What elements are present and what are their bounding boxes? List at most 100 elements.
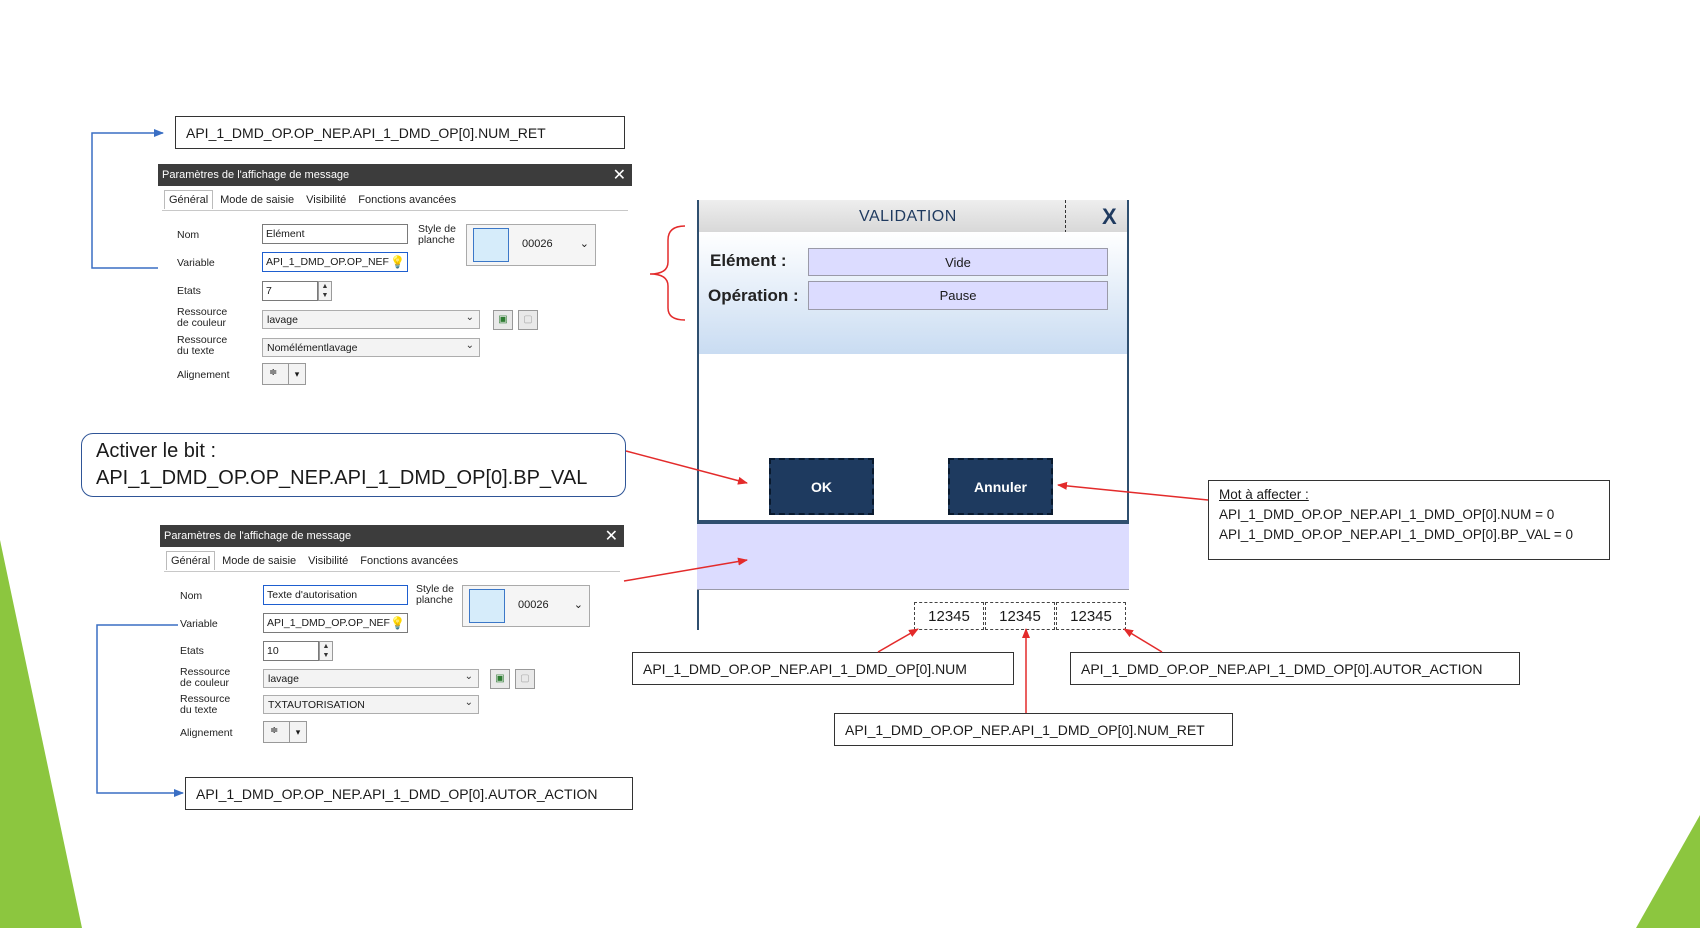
etats-spinner[interactable]: ▲ ▼ (319, 641, 333, 661)
dialog-tabs: Général Mode de saisie Visibilité Foncti… (164, 190, 463, 209)
callout-num-ret-top: API_1_DMD_OP.OP_NEP.API_1_DMD_OP[0].NUM_… (175, 116, 625, 149)
label-ressource-texte-2: du texte (180, 704, 218, 716)
label-style-planche: Style de planche (416, 584, 454, 606)
chevron-down-icon: ⌄ (579, 238, 589, 250)
message-display-dialog-top: Paramètres de l'affichage de message ✕ G… (158, 164, 632, 392)
note-line-1: API_1_DMD_OP.OP_NEP.API_1_DMD_OP[0].NUM … (1219, 507, 1555, 522)
style-planche-select[interactable]: 00026 ⌄ (462, 585, 590, 627)
couleur-select[interactable]: lavage ⌄ (263, 669, 479, 688)
close-icon[interactable]: ✕ (605, 526, 618, 546)
element-field: Vide (808, 248, 1108, 276)
texte-select[interactable]: Nomélémentlavage ⌄ (262, 338, 480, 357)
tab-mode-de-saisie[interactable]: Mode de saisie (217, 551, 301, 570)
style-swatch (473, 228, 509, 262)
operation-label: Opération : (708, 286, 799, 305)
label-ressource-texte: Ressource du texte (180, 694, 230, 716)
callout-num: API_1_DMD_OP.OP_NEP.API_1_DMD_OP[0].NUM (632, 652, 1014, 685)
align-center-icon: ≑ (270, 725, 279, 736)
tab-fonctions-avancees[interactable]: Fonctions avancées (355, 551, 463, 570)
color-resource-icon[interactable]: ▣ (490, 669, 510, 689)
activate-bit-bubble: Activer le bit : API_1_DMD_OP.OP_NEP.API… (81, 433, 626, 497)
close-icon[interactable]: X (1102, 204, 1117, 230)
dialog-tabs: Général Mode de saisie Visibilité Foncti… (166, 551, 465, 570)
label-ressource-couleur: Ressource de couleur (177, 307, 227, 329)
nom-input[interactable]: Texte d'autorisation (263, 585, 408, 605)
chevron-down-icon: ⌄ (464, 671, 473, 682)
message-display-dialog-bottom: Paramètres de l'affichage de message ✕ G… (160, 525, 624, 761)
style-value: 00026 (518, 599, 549, 611)
callout-autor-action: API_1_DMD_OP.OP_NEP.API_1_DMD_OP[0].AUTO… (1070, 652, 1520, 685)
label-ressource-couleur-2: de couleur (177, 317, 227, 329)
bubble-line-2: API_1_DMD_OP.OP_NEP.API_1_DMD_OP[0].BP_V… (96, 467, 588, 489)
num-ret-display: 12345 (985, 602, 1055, 630)
lightbulb-icon[interactable]: 💡 (390, 255, 405, 269)
chevron-down-icon: ▾ (289, 722, 306, 742)
hmi-screen: VALIDATION X Elément : Vide Opération : … (697, 200, 1129, 630)
etats-input[interactable]: 10 (263, 641, 319, 661)
authorization-message-area (697, 522, 1129, 590)
dialog-title-bar: Paramètres de l'affichage de message ✕ (158, 164, 632, 186)
variable-input-value: API_1_DMD_OP.OP_NEF (266, 256, 389, 268)
tab-general[interactable]: Général (166, 551, 216, 570)
texte-select[interactable]: TXTAUTORISATION ⌄ (263, 695, 479, 714)
note-line-2: API_1_DMD_OP.OP_NEP.API_1_DMD_OP[0].BP_V… (1219, 527, 1574, 542)
close-icon[interactable]: ✕ (613, 165, 626, 185)
align-center-icon: ≑ (269, 367, 278, 378)
label-variable: Variable (177, 257, 215, 269)
word-assign-note: Mot à affecter : API_1_DMD_OP.OP_NEP.API… (1208, 480, 1610, 560)
dialog-title: Paramètres de l'affichage de message (164, 530, 352, 542)
label-ressource-couleur-2: de couleur (180, 677, 230, 689)
tab-general[interactable]: Général (164, 190, 214, 209)
label-ressource-texte-2: du texte (177, 345, 215, 357)
label-etats: Etats (180, 645, 204, 657)
label-ressource-couleur: Ressource de couleur (180, 667, 230, 689)
style-planche-select[interactable]: 00026 ⌄ (466, 224, 596, 266)
chevron-down-icon: ⌄ (573, 599, 583, 611)
nom-input-value: Texte d'autorisation (267, 589, 358, 601)
variable-input-value: API_1_DMD_OP.OP_NEF (267, 617, 390, 629)
color-resource-icon[interactable]: ▣ (493, 310, 513, 330)
label-nom: Nom (180, 590, 203, 602)
couleur-select-value: lavage (268, 672, 299, 685)
tab-mode-de-saisie[interactable]: Mode de saisie (215, 190, 299, 209)
variable-input[interactable]: API_1_DMD_OP.OP_NEF (263, 613, 408, 633)
callout-autor-action-bottom: API_1_DMD_OP.OP_NEP.API_1_DMD_OP[0].AUTO… (185, 777, 633, 810)
etats-input[interactable]: 7 (262, 281, 318, 301)
cancel-button[interactable]: Annuler (948, 458, 1053, 515)
label-nom: Nom (177, 229, 200, 241)
variable-input[interactable]: API_1_DMD_OP.OP_NEF (262, 252, 408, 272)
dialog-title: Paramètres de l'affichage de message (162, 169, 350, 181)
element-label: Elément : (710, 251, 787, 270)
callout-num-ret: API_1_DMD_OP.OP_NEP.API_1_DMD_OP[0].NUM_… (834, 713, 1233, 746)
label-ressource-texte: Ressource du texte (177, 335, 227, 357)
chevron-down-icon: ⌄ (465, 312, 474, 323)
tab-fonctions-avancees[interactable]: Fonctions avancées (353, 190, 461, 209)
style-swatch (469, 589, 505, 623)
nom-input[interactable]: Elément (262, 224, 408, 244)
label-alignement: Alignement (180, 727, 233, 739)
alignement-select[interactable]: ≑ ▾ (262, 363, 306, 385)
alignement-select[interactable]: ≑ ▾ (263, 721, 307, 743)
tab-divider (162, 210, 628, 211)
tab-visibilite[interactable]: Visibilité (301, 190, 351, 209)
style-value: 00026 (522, 238, 553, 250)
label-style-2: planche (416, 594, 453, 606)
label-style-2: planche (418, 234, 455, 246)
label-variable: Variable (180, 618, 218, 630)
chevron-down-icon: ⌄ (464, 697, 473, 708)
ok-button[interactable]: OK (769, 458, 874, 515)
texte-select-value: TXTAUTORISATION (268, 698, 365, 711)
hmi-title: VALIDATION (859, 208, 957, 225)
operation-field: Pause (808, 281, 1108, 310)
lightbulb-icon[interactable]: 💡 (390, 616, 405, 630)
etats-spinner[interactable]: ▲ ▼ (318, 281, 332, 301)
green-triangle-left (0, 540, 82, 928)
color-resource-disabled-icon[interactable]: ▢ (515, 669, 535, 689)
note-title: Mot à affecter : (1219, 487, 1309, 502)
label-alignement: Alignement (177, 369, 230, 381)
color-resource-disabled-icon[interactable]: ▢ (518, 310, 538, 330)
num-display: 12345 (914, 602, 984, 630)
couleur-select[interactable]: lavage ⌄ (262, 310, 480, 329)
chevron-down-icon: ⌄ (465, 340, 474, 351)
tab-visibilite[interactable]: Visibilité (303, 551, 353, 570)
